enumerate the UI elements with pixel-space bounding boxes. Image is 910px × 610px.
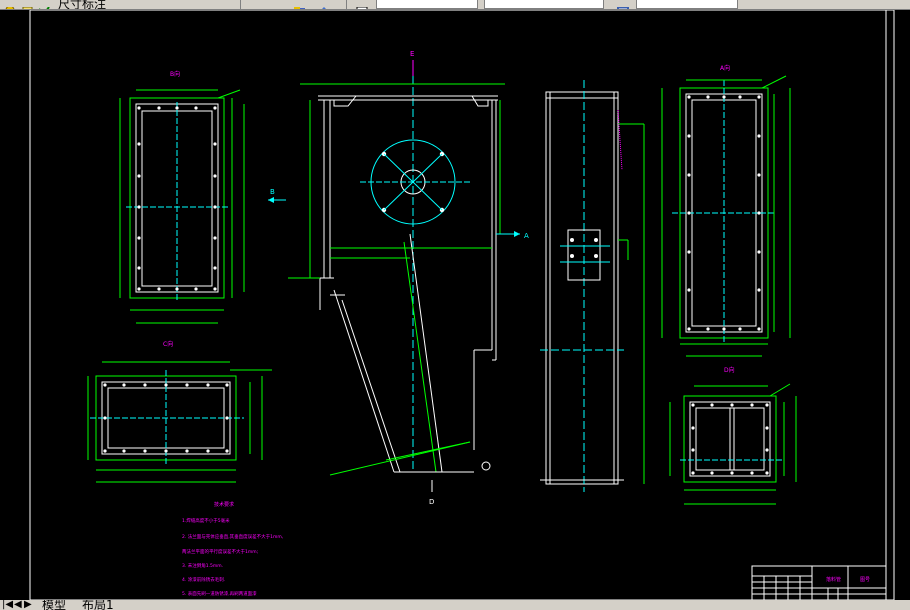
section-mark-b-label: B [270,188,275,196]
section-mark-a-label: A [524,232,529,240]
notes-line: 两法兰平面的平行度误差不大于1mm; [182,548,258,555]
layer-previous-icon[interactable] [318,0,330,9]
drawing-canvas[interactable]: B向 B E A D A向 C向 D向 技术要求 1.焊缝高度不小于5毫米 2.… [0,9,910,601]
section-mark-d-label: D [429,498,434,506]
first-tab-nav-icon[interactable]: |◀ [2,600,13,610]
drawing-svg[interactable]: B向 B E A D A向 C向 D向 技术要求 1.焊缝高度不小于5毫米 2.… [0,9,910,601]
plotstyle-dropdown[interactable] [636,0,738,9]
view-a-label: A向 [720,64,730,72]
title-block-code: 图号 [860,577,870,583]
notes-title: 技术要求 [214,501,234,508]
view-a: A向 [661,64,791,357]
notes-line: 3. 未注倒角1.5mm. [182,562,223,569]
notes-line: 5. 表面先刷一道防锈漆,再刷两道面漆 [182,590,257,597]
technical-notes: 技术要求 1.焊缝高度不小于5毫米 2. 法兰面与壳体应垂直,其垂直度误差不大于… [182,501,283,597]
notes-line: 4. 涂漆前除锈去毛刺. [182,576,225,583]
prev-tab-nav-icon[interactable]: ◀ [14,600,22,610]
toolbar-separator [346,0,347,9]
lineweight-icon[interactable] [617,0,629,9]
tab-model[interactable]: 模型 [42,600,66,610]
next-tab-nav-icon[interactable]: ▶ [24,600,32,610]
view-side [540,80,645,492]
color-dropdown[interactable] [376,0,478,9]
section-mark-b: B [268,188,286,203]
view-c-label: C向 [163,340,173,348]
tab-layout1[interactable]: 布局1 [82,600,114,610]
view-d: D向 [669,366,797,505]
open-folder-icon[interactable] [4,0,16,9]
toolbar: 尺寸标注 [0,0,910,10]
toolbar-separator [240,0,241,9]
view-d-label: D向 [724,366,735,374]
view-c: C向 [87,340,272,483]
layer-state-icon[interactable] [38,0,50,9]
view-b: B向 [119,70,245,324]
match-properties-icon[interactable] [294,0,306,9]
notes-line: 1.焊缝高度不小于5毫米 [182,517,230,524]
current-layer-name[interactable]: 尺寸标注 [58,0,106,9]
layer-properties-icon[interactable] [22,0,34,9]
title-block: 落料管 图号 [751,565,887,601]
notes-line: 2. 法兰面与壳体应垂直,其垂直度误差不大于1mm, [182,533,283,540]
title-block-name: 落料管 [826,576,841,583]
section-mark-e-label: E [410,50,414,58]
view-main: E A D [288,50,529,506]
layout-tabs: |◀ ◀ ▶ 模型 布局1 [0,600,910,610]
view-b-label: B向 [170,70,180,78]
color-control-icon[interactable] [356,0,368,9]
linetype-dropdown[interactable] [484,0,604,9]
